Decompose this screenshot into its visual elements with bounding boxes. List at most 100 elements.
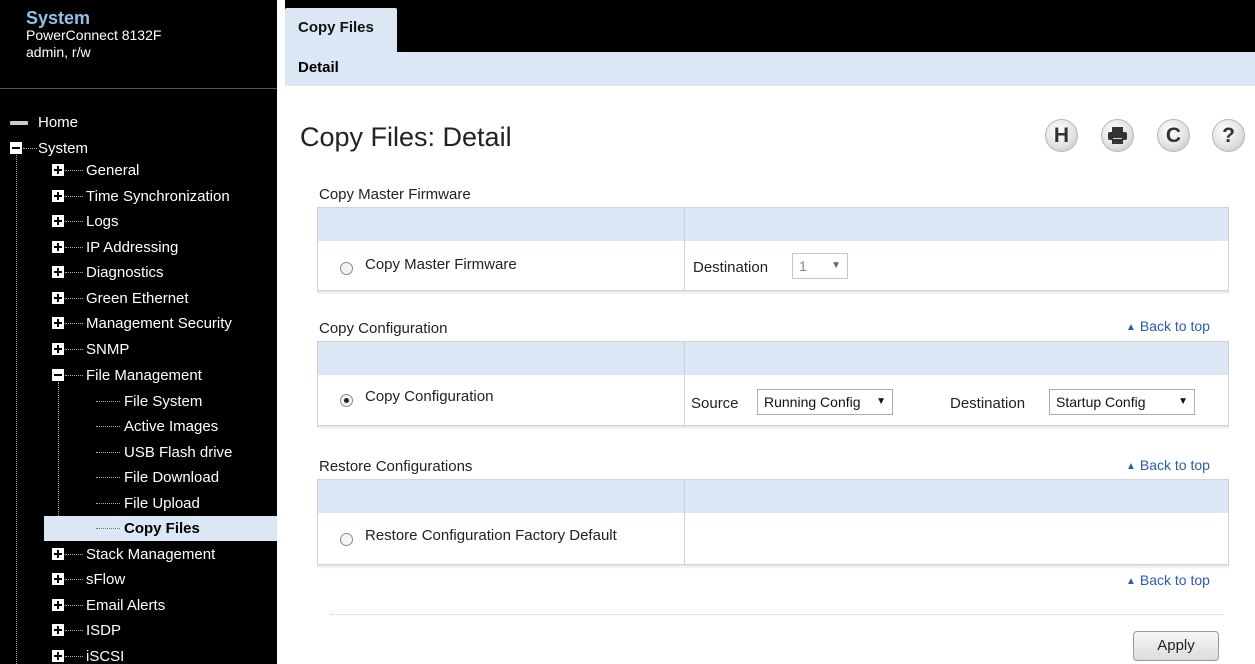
tree-connector <box>65 298 83 299</box>
collapse-icon[interactable] <box>52 369 64 381</box>
sidebar-item-logs[interactable]: Logs <box>0 209 277 234</box>
expand-icon[interactable] <box>52 164 64 176</box>
tree-connector <box>65 605 83 606</box>
expand-icon[interactable] <box>52 215 64 227</box>
sidebar-item-green-ethernet[interactable]: Green Ethernet <box>0 286 277 311</box>
device-model: PowerConnect 8132F <box>26 27 162 43</box>
sidebar-item-diagnostics[interactable]: Diagnostics <box>0 260 277 285</box>
tree-connector <box>96 452 120 453</box>
apply-button[interactable]: Apply <box>1133 631 1219 661</box>
tree-connector <box>96 426 120 427</box>
back-to-top-link[interactable]: ▲ Back to top <box>1126 572 1210 588</box>
sidebar-item-label: File Download <box>124 469 220 486</box>
expand-icon[interactable] <box>52 292 64 304</box>
firmware-destination-label: Destination <box>693 259 769 276</box>
sidebar-item-time-synchronization[interactable]: Time Synchronization <box>0 184 277 209</box>
sidebar-item-active-images[interactable]: Active Images <box>0 414 277 439</box>
sidebar-item-label: Diagnostics <box>86 264 164 281</box>
sidebar-item-management-security[interactable]: Management Security <box>0 311 277 336</box>
sidebar-item-home[interactable]: Home <box>0 110 277 135</box>
expand-icon[interactable] <box>52 624 64 636</box>
back-to-top-link[interactable]: ▲ Back to top <box>1126 457 1210 473</box>
tab-copy-files[interactable]: Copy Files <box>285 8 397 52</box>
configuration-panel: Copy Configuration Source Running Config… <box>317 341 1229 426</box>
copy-configuration-radio[interactable] <box>340 394 353 407</box>
panel-shadow <box>317 291 1229 295</box>
tree-connector <box>96 503 120 504</box>
sidebar-item-label: iSCSI <box>86 648 125 664</box>
expand-icon[interactable] <box>52 599 64 611</box>
back-to-top-link[interactable]: ▲ Back to top <box>1126 318 1210 334</box>
separator <box>330 614 1223 615</box>
sidebar-item-label: File System <box>124 393 203 410</box>
tree-connector <box>96 401 120 402</box>
tree-connector <box>65 323 83 324</box>
page-title: Copy Files: Detail <box>300 122 512 152</box>
panel-divider <box>684 480 685 564</box>
sidebar-item-stack-management[interactable]: Stack Management <box>0 542 277 567</box>
top-tab-bar <box>285 0 1255 52</box>
sidebar-item-label: Logs <box>86 213 119 230</box>
sidebar-item-label: Management Security <box>86 315 232 332</box>
sidebar-item-snmp[interactable]: SNMP <box>0 337 277 362</box>
restore-factory-default-radio[interactable] <box>340 533 353 546</box>
panel-shadow <box>317 426 1229 430</box>
expand-icon[interactable] <box>52 343 64 355</box>
save-icon: H <box>1053 124 1070 147</box>
expand-icon[interactable] <box>52 266 64 278</box>
sidebar-item-file-upload[interactable]: File Upload <box>0 491 277 516</box>
expand-icon[interactable] <box>52 548 64 560</box>
panel-divider <box>684 342 685 425</box>
sidebar-item-sflow[interactable]: sFlow <box>0 567 277 592</box>
sidebar-item-iscsi[interactable]: iSCSI <box>0 644 277 664</box>
panel-header <box>318 342 1228 375</box>
print-button[interactable] <box>1101 119 1134 152</box>
refresh-icon: C <box>1165 124 1182 147</box>
sidebar-item-copy-files[interactable]: Copy Files <box>44 516 277 541</box>
select-value: Startup Config <box>1056 394 1146 410</box>
panel-divider <box>684 208 685 290</box>
sidebar-item-label: USB Flash drive <box>124 444 233 461</box>
help-button[interactable]: ? <box>1212 119 1245 152</box>
arrow-up-icon: ▲ <box>1126 461 1136 472</box>
chevron-down-icon: ▼ <box>1178 396 1188 407</box>
sidebar-item-file-download[interactable]: File Download <box>0 465 277 490</box>
copy-firmware-radio[interactable] <box>340 262 353 275</box>
configuration-destination-select[interactable]: Startup Config ▼ <box>1049 389 1195 415</box>
sidebar-item-ip-addressing[interactable]: IP Addressing <box>0 235 277 260</box>
chevron-down-icon: ▼ <box>876 396 886 407</box>
subtab-detail[interactable]: Detail <box>298 59 339 76</box>
sidebar-item-isdp[interactable]: ISDP <box>0 618 277 643</box>
tree-connector <box>65 375 83 376</box>
copy-firmware-label: Copy Master Firmware <box>365 256 517 273</box>
save-button[interactable]: H <box>1045 119 1078 152</box>
firmware-panel: Copy Master Firmware Destination 1 ▼ <box>317 207 1229 291</box>
sidebar-item-file-management[interactable]: File Management <box>0 363 277 388</box>
tree-connector <box>65 170 83 171</box>
restore-factory-default-label: Restore Configuration Factory Default <box>365 527 617 544</box>
tree-connector <box>65 221 83 222</box>
expand-icon[interactable] <box>52 317 64 329</box>
sidebar-item-general[interactable]: General <box>0 158 277 183</box>
firmware-destination-select[interactable]: 1 ▼ <box>792 253 848 279</box>
expand-icon[interactable] <box>52 650 64 662</box>
back-to-top-label: Back to top <box>1139 572 1210 588</box>
arrow-up-icon: ▲ <box>1126 576 1136 587</box>
expand-icon[interactable] <box>52 241 64 253</box>
home-icon <box>10 121 28 125</box>
sidebar-item-usb-flash-drive[interactable]: USB Flash drive <box>0 440 277 465</box>
restore-panel: Restore Configuration Factory Default <box>317 479 1229 565</box>
source-select[interactable]: Running Config ▼ <box>757 389 893 415</box>
sidebar-item-file-system[interactable]: File System <box>0 389 277 414</box>
expand-icon[interactable] <box>52 573 64 585</box>
sidebar-item-email-alerts[interactable]: Email Alerts <box>0 593 277 618</box>
expand-icon[interactable] <box>52 190 64 202</box>
copy-configuration-label: Copy Configuration <box>365 388 494 405</box>
sidebar-item-label: ISDP <box>86 622 122 639</box>
print-icon <box>1108 127 1127 144</box>
user-info: admin, r/w <box>26 44 91 60</box>
sidebar-item-label: sFlow <box>86 571 126 588</box>
refresh-button[interactable]: C <box>1157 119 1190 152</box>
collapse-icon[interactable] <box>10 142 22 154</box>
section-title-configuration: Copy Configuration <box>319 320 448 337</box>
